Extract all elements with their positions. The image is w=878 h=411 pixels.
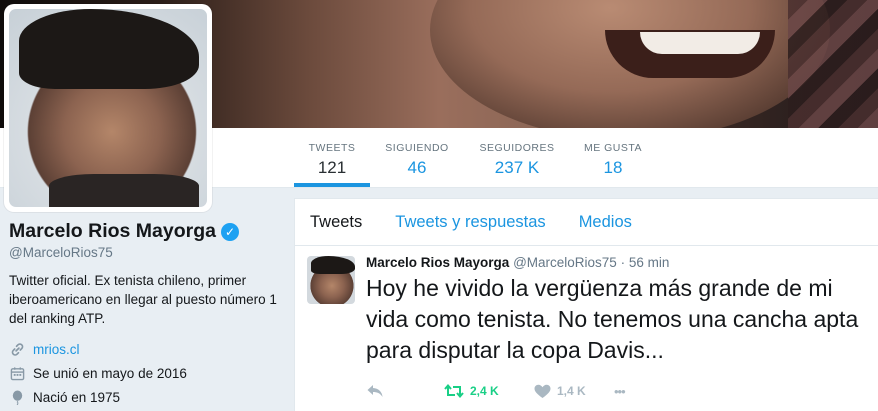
stat-tweets-label: TWEETS: [308, 142, 356, 154]
profile-name-row: Marcelo Rios Mayorga ✓: [9, 220, 279, 243]
profile-avatar-frame[interactable]: [4, 4, 212, 212]
tweet-header: Marcelo Rios Mayorga @MarceloRios75 · 56…: [366, 255, 669, 270]
profile-website-row: mrios.cl: [9, 337, 279, 361]
stat-likes-value: 18: [603, 158, 623, 177]
more-icon: •••: [614, 383, 626, 399]
tweet-timestamp[interactable]: 56 min: [629, 255, 670, 270]
profile-birth-year: Nació en 1975: [33, 389, 121, 405]
tweet-author-name[interactable]: Marcelo Rios Mayorga: [366, 255, 509, 270]
retweet-icon: [444, 383, 464, 399]
banner-teeth-shape: [640, 32, 760, 54]
tweet-author-avatar[interactable]: [307, 256, 355, 304]
profile-bio: Twitter oficial. Ex tenista chileno, pri…: [9, 273, 277, 326]
stat-followers-label: SEGUIDORES: [479, 142, 555, 154]
stat-tweets[interactable]: TWEETS 121: [294, 128, 370, 187]
timeline-tabs: Tweets Tweets y respuestas Medios: [295, 199, 878, 246]
stat-followers-value: 237 K: [494, 158, 540, 177]
like-button[interactable]: 1,4 K: [534, 384, 614, 399]
stat-followers[interactable]: SEGUIDORES 237 K: [472, 128, 562, 187]
profile-joined-row: Se unió en mayo de 2016: [9, 361, 279, 385]
reply-button[interactable]: [366, 383, 444, 399]
reply-icon: [366, 383, 384, 399]
tab-media[interactable]: Medios: [579, 213, 632, 232]
profile-name[interactable]: Marcelo Rios Mayorga: [9, 220, 216, 243]
profile-meta: mrios.cl Se unió en mayo de 2016 Nació e…: [9, 337, 279, 409]
profile-joined-date: Se unió en mayo de 2016: [33, 365, 187, 381]
tweet-text: Hoy he vivido la vergüenza más grande de…: [366, 275, 859, 363]
banner-background-decoration: [788, 0, 878, 128]
stat-tweets-value: 121: [317, 158, 347, 177]
verified-badge-icon: ✓: [220, 222, 239, 241]
like-count: 1,4 K: [557, 384, 586, 398]
avatar-hair-shape: [19, 9, 199, 89]
tweet-separator: ·: [620, 255, 626, 270]
tweet-avatar-hair-shape: [311, 256, 355, 274]
profile-avatar[interactable]: [9, 9, 207, 207]
balloon-icon: [9, 389, 25, 405]
avatar-shirt-shape: [49, 174, 199, 207]
profile-handle[interactable]: @MarceloRios75: [9, 245, 279, 260]
heart-icon: [534, 384, 551, 399]
stat-likes[interactable]: ME GUSTA 18: [578, 128, 648, 187]
retweet-count: 2,4 K: [470, 384, 499, 398]
retweet-button[interactable]: 2,4 K: [444, 383, 534, 399]
tweet-item[interactable]: Marcelo Rios Mayorga @MarceloRios75 · 56…: [295, 246, 878, 411]
link-icon: [9, 341, 25, 357]
more-button[interactable]: •••: [614, 383, 626, 399]
stat-following[interactable]: SIGUIENDO 46: [380, 128, 454, 187]
tweet-actions: 2,4 K 1,4 K •••: [366, 381, 626, 401]
stat-likes-label: ME GUSTA: [583, 142, 643, 154]
stat-following-label: SIGUIENDO: [385, 142, 449, 154]
profile-born-row: Nació en 1975: [9, 385, 279, 409]
profile-card: Marcelo Rios Mayorga ✓ @MarceloRios75 Tw…: [9, 220, 279, 409]
tab-tweets[interactable]: Tweets: [310, 213, 362, 232]
tweet-author-handle[interactable]: @MarceloRios75: [513, 255, 617, 270]
stat-following-value: 46: [407, 158, 427, 177]
timeline: Tweets Tweets y respuestas Medios Marcel…: [294, 198, 878, 411]
profile-website-link[interactable]: mrios.cl: [33, 342, 80, 357]
calendar-icon: [9, 365, 25, 381]
tab-tweets-and-replies[interactable]: Tweets y respuestas: [395, 213, 545, 232]
